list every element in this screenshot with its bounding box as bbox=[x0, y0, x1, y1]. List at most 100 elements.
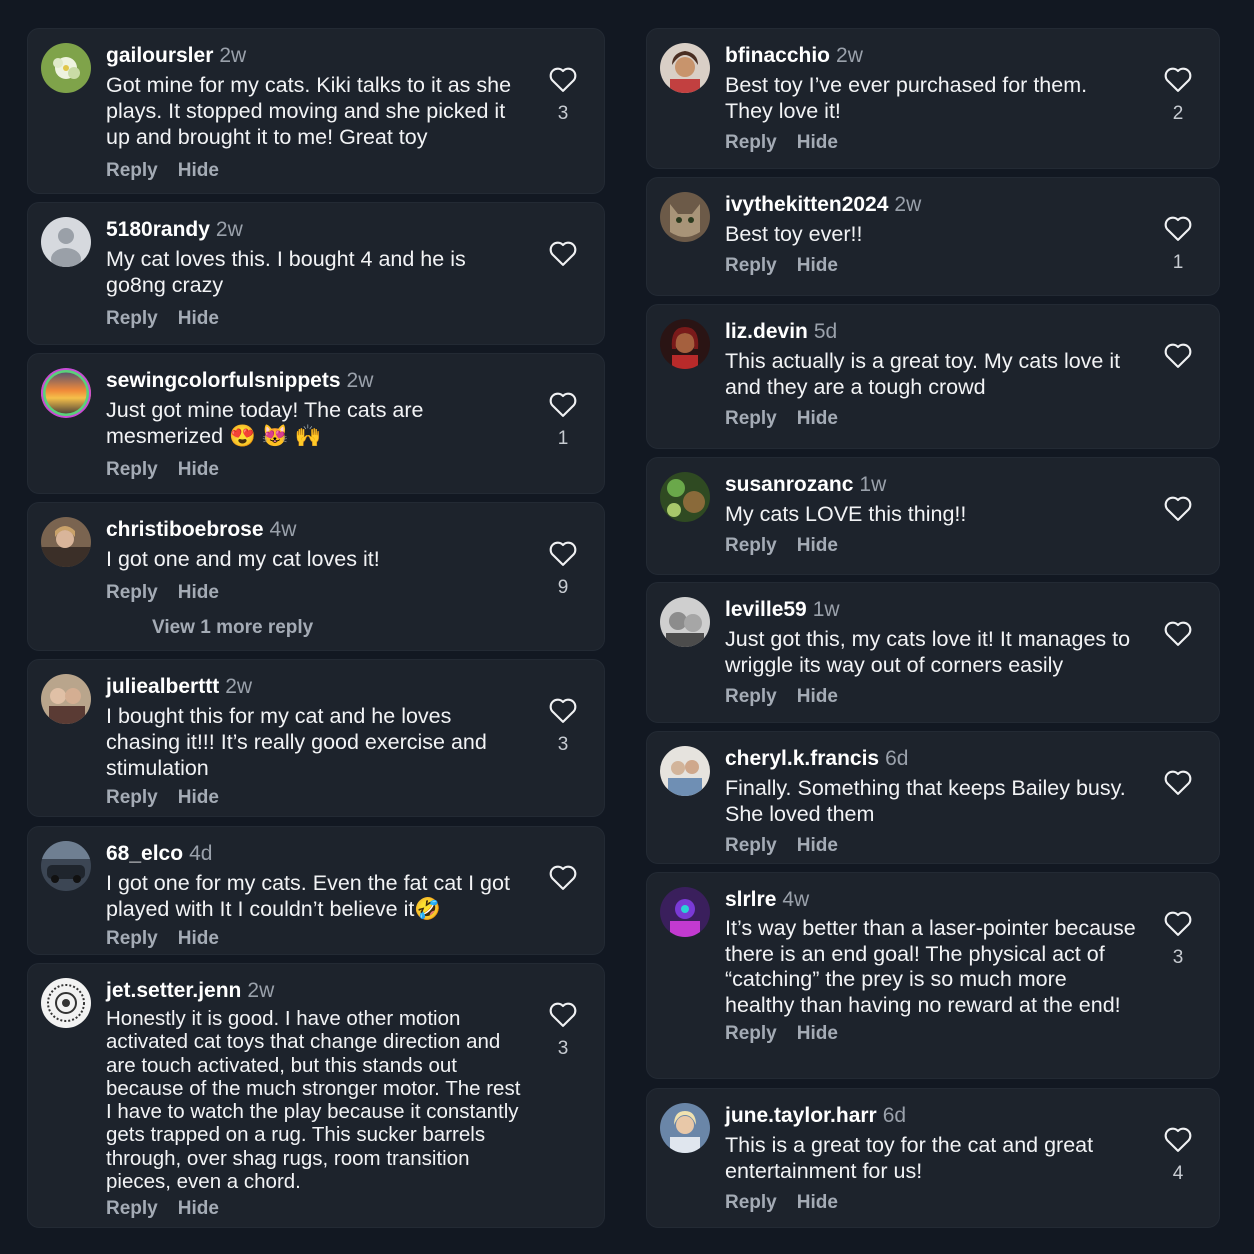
reply-button[interactable]: Reply bbox=[725, 408, 777, 429]
reply-button[interactable]: Reply bbox=[106, 1198, 158, 1219]
hide-button[interactable]: Hide bbox=[178, 459, 219, 480]
username[interactable]: juliealberttt bbox=[106, 675, 219, 698]
username[interactable]: slrlre bbox=[725, 888, 776, 911]
heart-icon[interactable] bbox=[548, 390, 578, 418]
avatar[interactable] bbox=[660, 319, 710, 369]
heart-icon[interactable] bbox=[548, 1000, 578, 1028]
reply-button[interactable]: Reply bbox=[725, 255, 777, 276]
heart-icon[interactable] bbox=[548, 239, 578, 267]
avatar[interactable] bbox=[41, 368, 91, 418]
hide-button[interactable]: Hide bbox=[178, 1198, 219, 1219]
reply-button[interactable]: Reply bbox=[725, 132, 777, 153]
comment-age: 2w bbox=[215, 218, 243, 241]
avatar[interactable] bbox=[41, 217, 91, 267]
username[interactable]: liz.devin bbox=[725, 320, 808, 343]
hide-button[interactable]: Hide bbox=[797, 835, 838, 856]
username[interactable]: leville59 bbox=[725, 598, 807, 621]
hide-button[interactable]: Hide bbox=[178, 160, 219, 181]
avatar[interactable] bbox=[660, 43, 710, 93]
username[interactable]: sewingcolorfulsnippets bbox=[106, 369, 341, 392]
reply-button[interactable]: Reply bbox=[106, 308, 158, 329]
username[interactable]: ivythekitten2024 bbox=[725, 193, 888, 216]
username[interactable]: bfinacchio bbox=[725, 44, 830, 67]
like-control: 3 bbox=[548, 696, 578, 756]
heart-icon[interactable] bbox=[1163, 1125, 1193, 1153]
heart-icon[interactable] bbox=[548, 696, 578, 724]
view-more-replies-button[interactable]: View 1 more reply bbox=[152, 616, 524, 640]
username[interactable]: jet.setter.jenn bbox=[106, 979, 241, 1002]
hide-button[interactable]: Hide bbox=[797, 686, 838, 707]
like-control bbox=[1163, 768, 1193, 806]
heart-icon[interactable] bbox=[1163, 619, 1193, 647]
heart-icon[interactable] bbox=[1163, 341, 1193, 369]
comment-card: 5180randy 2w My cat loves this. I bought … bbox=[27, 202, 605, 345]
reply-button[interactable]: Reply bbox=[725, 835, 777, 856]
comment-card: gailoursler 2w Got mine for my cats. Kiki… bbox=[27, 28, 605, 194]
reply-button[interactable]: Reply bbox=[106, 582, 158, 603]
heart-icon[interactable] bbox=[1163, 494, 1193, 522]
hide-button[interactable]: Hide bbox=[797, 1023, 838, 1044]
avatar[interactable] bbox=[660, 1103, 710, 1153]
like-control: 1 bbox=[1163, 214, 1193, 274]
hide-button[interactable]: Hide bbox=[797, 535, 838, 556]
reply-button[interactable]: Reply bbox=[106, 160, 158, 181]
comment-card: slrlre 4w It’s way better than a laser-po… bbox=[646, 872, 1220, 1079]
username[interactable]: 68_elco bbox=[106, 842, 183, 865]
heart-icon[interactable] bbox=[548, 65, 578, 93]
username[interactable]: gailoursler bbox=[106, 44, 213, 67]
heart-icon[interactable] bbox=[1163, 768, 1193, 796]
heart-icon[interactable] bbox=[1163, 65, 1193, 93]
avatar[interactable] bbox=[41, 841, 91, 891]
heart-icon[interactable] bbox=[1163, 214, 1193, 242]
reply-button[interactable]: Reply bbox=[725, 1023, 777, 1044]
avatar[interactable] bbox=[660, 597, 710, 647]
like-count: 1 bbox=[557, 428, 569, 449]
avatar[interactable] bbox=[660, 887, 710, 937]
comment-card: cheryl.k.francis 6d Finally. Something th… bbox=[646, 731, 1220, 864]
comment-card: sewingcolorfulsnippets 2w Just got mine t… bbox=[27, 353, 605, 494]
username[interactable]: christiboebrose bbox=[106, 518, 264, 541]
comment-age: 1w bbox=[859, 473, 887, 496]
username[interactable]: susanrozanc bbox=[725, 473, 853, 496]
comment-text: Just got this, my cats love it! It manag… bbox=[725, 627, 1131, 677]
heart-icon[interactable] bbox=[548, 539, 578, 567]
heart-icon[interactable] bbox=[548, 863, 578, 891]
reply-button[interactable]: Reply bbox=[725, 535, 777, 556]
comment-card: june.taylor.harr 6d This is a great toy f… bbox=[646, 1088, 1220, 1228]
comment-age: 4w bbox=[782, 888, 810, 911]
reply-button[interactable]: Reply bbox=[725, 1192, 777, 1213]
comment-age: 1w bbox=[812, 598, 840, 621]
username[interactable]: cheryl.k.francis bbox=[725, 747, 879, 770]
reply-button[interactable]: Reply bbox=[106, 928, 158, 949]
like-count: 3 bbox=[1172, 947, 1184, 968]
avatar[interactable] bbox=[41, 43, 91, 93]
comment-text: I got one and my cat loves it! bbox=[106, 547, 380, 571]
avatar[interactable] bbox=[41, 674, 91, 724]
like-control: 3 bbox=[1163, 909, 1193, 969]
like-count: 3 bbox=[557, 734, 569, 755]
avatar[interactable] bbox=[660, 746, 710, 796]
avatar[interactable] bbox=[41, 517, 91, 567]
hide-button[interactable]: Hide bbox=[797, 408, 838, 429]
username[interactable]: june.taylor.harr bbox=[725, 1104, 877, 1127]
comment-card: susanrozanc 1w My cats LOVE this thing!! … bbox=[646, 457, 1220, 575]
hide-button[interactable]: Hide bbox=[797, 255, 838, 276]
avatar[interactable] bbox=[660, 472, 710, 522]
hide-button[interactable]: Hide bbox=[797, 1192, 838, 1213]
hide-button[interactable]: Hide bbox=[178, 787, 219, 808]
hide-button[interactable]: Hide bbox=[178, 928, 219, 949]
reply-button[interactable]: Reply bbox=[725, 686, 777, 707]
username[interactable]: 5180randy bbox=[106, 218, 210, 241]
comment-age: 4d bbox=[189, 842, 213, 865]
comment-text: I bought this for my cat and he loves ch… bbox=[106, 704, 487, 780]
hide-button[interactable]: Hide bbox=[178, 308, 219, 329]
comment-text: Finally. Something that keeps Bailey bus… bbox=[725, 776, 1126, 826]
reply-button[interactable]: Reply bbox=[106, 459, 158, 480]
hide-button[interactable]: Hide bbox=[178, 582, 219, 603]
avatar[interactable] bbox=[660, 192, 710, 242]
avatar[interactable] bbox=[41, 978, 91, 1028]
hide-button[interactable]: Hide bbox=[797, 132, 838, 153]
like-count: 3 bbox=[557, 103, 569, 124]
reply-button[interactable]: Reply bbox=[106, 787, 158, 808]
heart-icon[interactable] bbox=[1163, 909, 1193, 937]
